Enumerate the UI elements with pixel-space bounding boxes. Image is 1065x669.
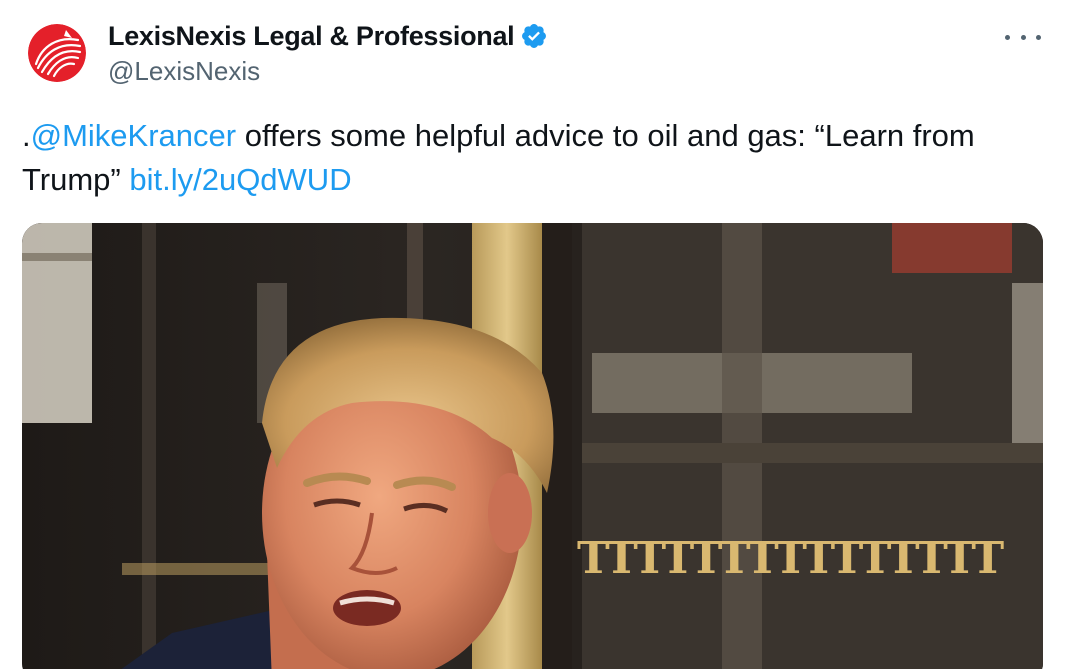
more-dot [1020, 34, 1026, 40]
sign-letters: TTTTTTTTTTTTTTT [577, 533, 1004, 584]
short-url-link[interactable]: bit.ly/2uQdWUD [129, 162, 351, 197]
mention-link[interactable]: @MikeKrancer [31, 118, 236, 153]
more-dot [1005, 34, 1010, 40]
author-handle[interactable]: @LexisNexis [108, 56, 548, 87]
author-avatar[interactable] [28, 24, 86, 82]
author-display-name[interactable]: LexisNexis Legal & Professional [108, 21, 515, 52]
tweet-body-line-1: offers some helpful advice to oil and ga… [236, 118, 975, 153]
tweet-text: .@MikeKrancer offers some helpful advice… [22, 114, 1022, 202]
tweet-photo[interactable]: TTTTTTTTTTTTTTT [22, 223, 1043, 669]
more-dot [1036, 34, 1041, 40]
lexisnexis-logo-icon [28, 24, 86, 82]
name-row: LexisNexis Legal & Professional [108, 18, 548, 54]
more-options-icon[interactable] [1005, 30, 1041, 44]
verified-badge-icon[interactable] [520, 22, 548, 50]
tweet-prefix: . [22, 118, 31, 153]
author-info: LexisNexis Legal & Professional @LexisNe… [108, 18, 548, 87]
tweet-card: LexisNexis Legal & Professional @LexisNe… [0, 0, 1065, 669]
photo-illustration: TTTTTTTTTTTTTTT [22, 223, 1043, 669]
tweet-body-line-2: Trump” [22, 162, 130, 197]
